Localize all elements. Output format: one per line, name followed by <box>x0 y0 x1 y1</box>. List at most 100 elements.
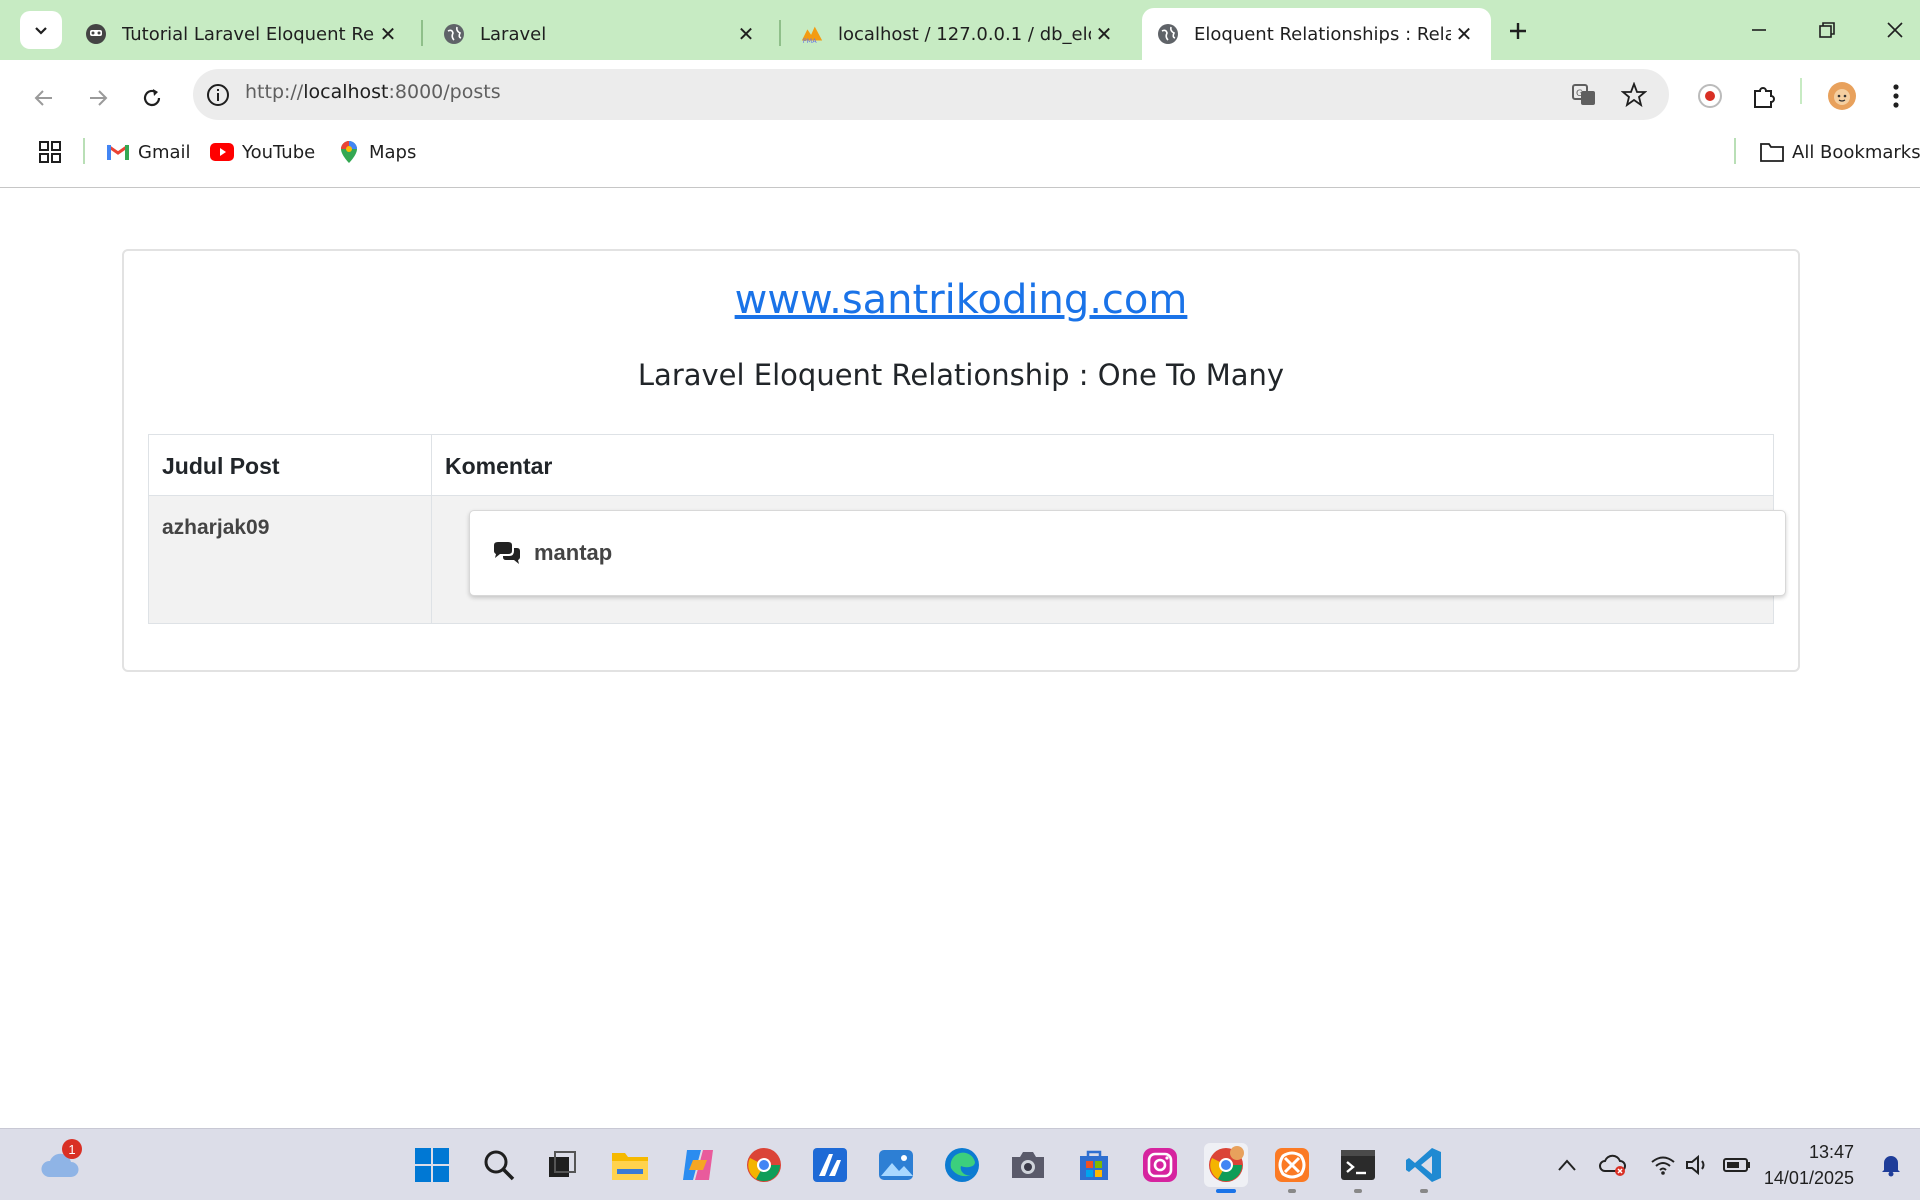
vscode-icon <box>1406 1148 1441 1182</box>
tab-strip: Tutorial Laravel Eloquent Relatic ✕ Lara… <box>0 0 1920 60</box>
bookmark-label: Gmail <box>138 141 191 163</box>
tab-eloquent-active[interactable]: Eloquent Relationships : Relasi ✕ <box>1142 8 1491 60</box>
photos-app[interactable] <box>874 1143 918 1187</box>
battery-tray[interactable] <box>1723 1151 1751 1179</box>
tab-laravel[interactable]: Laravel ✕ <box>428 8 773 60</box>
url-text[interactable]: http://localhost:8000/posts <box>245 81 501 103</box>
bell-icon <box>1882 1156 1900 1177</box>
table-row: azharjak09 mantap <box>148 496 1786 624</box>
profile-avatar[interactable] <box>1824 78 1860 114</box>
data-studio-icon <box>813 1148 847 1182</box>
running-indicator <box>1288 1189 1296 1193</box>
close-icon <box>1887 22 1903 38</box>
gmail-icon <box>106 140 130 164</box>
record-extension-icon[interactable] <box>1692 78 1728 114</box>
tab-title: Tutorial Laravel Eloquent Relatic <box>122 23 375 45</box>
reload-icon <box>143 89 161 107</box>
search-icon <box>484 1150 515 1181</box>
back-button[interactable] <box>22 76 66 120</box>
bookmark-gmail[interactable]: Gmail <box>106 138 191 166</box>
new-tab-button[interactable] <box>1500 14 1536 48</box>
bookmark-label: YouTube <box>242 141 316 163</box>
column-divider <box>431 434 432 624</box>
chrome-profile-icon <box>1209 1146 1244 1182</box>
svg-text:G: G <box>1576 89 1583 99</box>
chrome-app-1[interactable] <box>742 1143 786 1187</box>
camera-icon <box>1012 1152 1044 1178</box>
all-bookmarks-button[interactable]: All Bookmarks <box>1760 138 1920 166</box>
notification-button[interactable] <box>1877 1151 1905 1179</box>
speaker-icon <box>1686 1154 1705 1176</box>
copilot-icon <box>683 1150 713 1180</box>
microsoft-store-app[interactable] <box>1072 1143 1116 1187</box>
translate-icon[interactable]: G <box>1569 81 1599 109</box>
chrome-icon <box>747 1148 781 1182</box>
restore-icon <box>1819 22 1835 38</box>
tab-search-button[interactable] <box>20 11 62 49</box>
forward-button[interactable] <box>76 76 120 120</box>
xampp-app[interactable] <box>1270 1143 1314 1193</box>
plus-icon <box>1510 23 1526 39</box>
tab-divider <box>779 20 781 46</box>
santrikoding-icon <box>84 22 108 46</box>
photos-icon <box>879 1150 913 1180</box>
star-icon[interactable] <box>1619 81 1649 109</box>
edge-app[interactable] <box>940 1143 984 1187</box>
bookmark-maps[interactable]: Maps <box>337 138 416 166</box>
system-clock[interactable]: 13:47 14/01/2025 <box>1764 1139 1854 1191</box>
terminal-icon <box>1341 1150 1375 1180</box>
start-button[interactable] <box>410 1143 454 1187</box>
folder-icon <box>1760 140 1784 164</box>
content-card: www.santrikoding.com Laravel Eloquent Re… <box>122 249 1800 672</box>
site-link[interactable]: www.santrikoding.com <box>124 277 1798 323</box>
battery-icon <box>1723 1158 1750 1172</box>
copilot-app[interactable] <box>676 1143 720 1187</box>
tab-tutorial[interactable]: Tutorial Laravel Eloquent Relatic ✕ <box>70 8 415 60</box>
tab-title: Eloquent Relationships : Relasi <box>1194 23 1451 45</box>
bookmark-label: Maps <box>369 141 417 163</box>
close-icon[interactable]: ✕ <box>1091 21 1117 47</box>
close-icon[interactable]: ✕ <box>375 21 401 47</box>
all-bookmarks-label: All Bookmarks <box>1792 141 1920 163</box>
restore-button[interactable] <box>1802 10 1852 50</box>
cloud-error-icon <box>1599 1154 1626 1176</box>
bookmarks-divider <box>1734 138 1736 164</box>
bookmark-youtube[interactable]: YouTube <box>210 138 315 166</box>
azure-data-studio-app[interactable] <box>808 1143 852 1187</box>
clock-time: 13:47 <box>1808 1142 1854 1162</box>
extensions-icon[interactable] <box>1746 78 1782 114</box>
search-button[interactable] <box>477 1143 521 1187</box>
wifi-tray[interactable] <box>1649 1151 1677 1179</box>
store-icon <box>1080 1150 1108 1180</box>
close-window-button[interactable] <box>1870 10 1920 50</box>
tray-overflow-button[interactable] <box>1553 1151 1581 1179</box>
reload-button[interactable] <box>130 76 174 120</box>
file-explorer-app[interactable] <box>608 1143 652 1187</box>
menu-kebab-icon[interactable] <box>1878 78 1914 114</box>
edge-icon <box>945 1148 979 1182</box>
page-subtitle: Laravel Eloquent Relationship : One To M… <box>637 358 1285 392</box>
weather-notification-badge: 1 <box>62 1139 82 1159</box>
address-bar[interactable]: http://localhost:8000/posts G <box>193 69 1669 120</box>
tab-title: localhost / 127.0.0.1 / db_eloqu <box>838 23 1091 45</box>
tab-title: Laravel <box>480 23 547 45</box>
comment-text: mantap <box>534 540 613 565</box>
task-view-icon <box>549 1151 576 1177</box>
column-header-judul-post: Judul Post <box>162 452 280 479</box>
onedrive-tray[interactable] <box>1599 1151 1627 1179</box>
apps-button[interactable] <box>38 138 70 166</box>
chrome-app-active[interactable] <box>1204 1143 1248 1193</box>
camera-app[interactable] <box>1006 1143 1050 1187</box>
tab-phpmyadmin[interactable]: PMA localhost / 127.0.0.1 / db_eloqu ✕ <box>786 8 1131 60</box>
close-icon[interactable]: ✕ <box>733 21 759 47</box>
site-info-icon[interactable] <box>205 82 231 108</box>
column-header-komentar: Komentar <box>445 452 553 479</box>
task-view-button[interactable] <box>540 1143 584 1187</box>
vscode-app[interactable] <box>1402 1143 1446 1193</box>
terminal-app[interactable] <box>1336 1143 1380 1193</box>
volume-tray[interactable] <box>1684 1151 1712 1179</box>
minimize-button[interactable] <box>1734 10 1784 50</box>
close-icon[interactable]: ✕ <box>1451 21 1477 47</box>
instagram-app[interactable] <box>1138 1143 1182 1187</box>
bookmarks-divider <box>83 138 85 164</box>
